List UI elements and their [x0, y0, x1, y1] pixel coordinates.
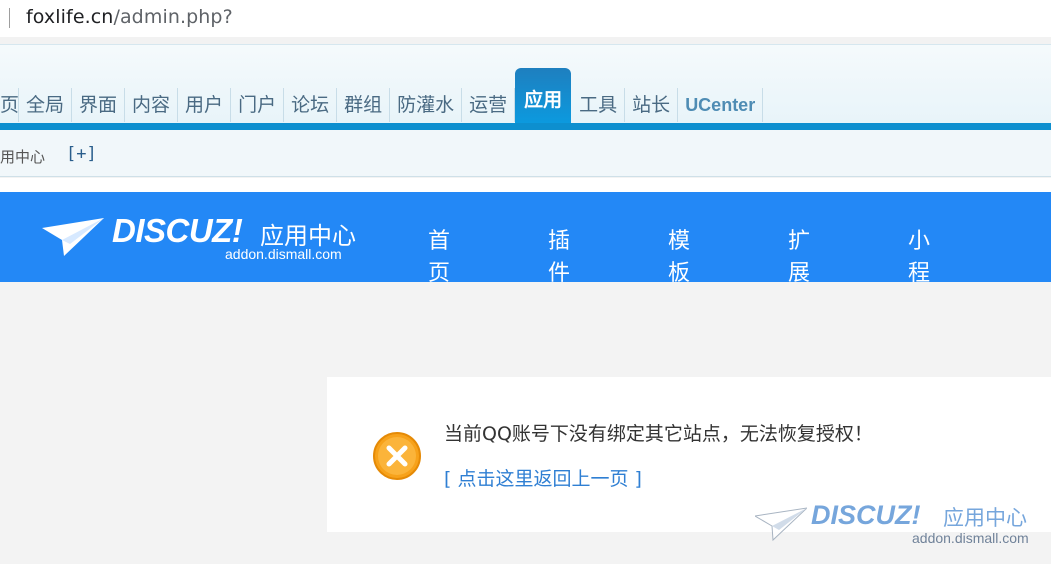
app-center-header: DISCUZ! 应用中心 addon.dismall.com 首页 插件 模板 …	[0, 192, 1051, 318]
error-x-icon	[373, 432, 421, 480]
watermark-logo: DISCUZ! 应用中心 addon.dismall.com	[755, 500, 1045, 552]
logo-wordmark: DISCUZ!	[112, 212, 243, 249]
back-link[interactable]: [ 点击这里返回上一页 ]	[444, 464, 642, 491]
nav-item-ucenter[interactable]: UCenter	[678, 87, 764, 122]
nav-item-forum[interactable]: 论坛	[284, 87, 338, 122]
watermark-domain: addon.dismall.com	[912, 530, 1029, 546]
watermark-chinese: 应用中心	[943, 506, 1027, 530]
app-nav-templates[interactable]: 模板	[668, 223, 690, 287]
dismall-logo[interactable]: DISCUZ! 应用中心 addon.dismall.com	[42, 210, 372, 266]
nav-item-style[interactable]: 界面	[72, 87, 126, 122]
toolbar-gap	[0, 37, 1051, 44]
nav-item-extended[interactable]: 运营	[462, 87, 516, 122]
url-path: /admin.php?	[113, 6, 233, 28]
nav-item-portal[interactable]: 门户	[231, 87, 285, 122]
url-text[interactable]: foxlife.cn/admin.php?	[26, 6, 233, 28]
watermark-plane-icon	[755, 507, 807, 542]
address-separator	[9, 8, 10, 28]
admin-header: 页 全局 界面 内容 用户 门户 论坛 群组 防灌水 运营 应用 工具 站长 U…	[0, 44, 1051, 126]
nav-item-founder[interactable]: 站长	[625, 87, 679, 122]
nav-item-user[interactable]: 用户	[178, 87, 232, 122]
nav-item-plugin[interactable]: 应用	[515, 67, 572, 126]
breadcrumb-current: 用中心	[0, 148, 46, 166]
nav-item-content[interactable]: 内容	[125, 87, 179, 122]
logo-domain: addon.dismall.com	[225, 246, 342, 262]
admin-top-nav: 页 全局 界面 内容 用户 门户 论坛 群组 防灌水 运营 应用 工具 站长 U…	[0, 67, 764, 126]
sub-nav-bar: 用中心 [+]	[0, 130, 1051, 177]
nav-item-safe[interactable]: 防灌水	[390, 87, 463, 122]
nav-item-tools[interactable]: 工具	[572, 87, 626, 122]
add-shortcut-button[interactable]: [+]	[66, 144, 97, 164]
nav-item-home-partial[interactable]: 页	[0, 87, 19, 122]
nav-item-global[interactable]: 全局	[19, 87, 73, 122]
nav-item-group[interactable]: 群组	[337, 87, 391, 122]
app-nav-extensions[interactable]: 扩展	[788, 223, 810, 287]
message-text: 当前QQ账号下没有绑定其它站点，无法恢复授权！	[444, 423, 873, 445]
app-nav-plugins[interactable]: 插件	[548, 223, 570, 287]
watermark-wordmark: DISCUZ!	[811, 500, 921, 530]
url-host: foxlife.cn	[26, 6, 114, 28]
paper-plane-icon	[42, 218, 104, 256]
header-gap	[0, 178, 1051, 192]
app-nav-home[interactable]: 首页	[428, 223, 450, 287]
nav-underline	[0, 123, 1051, 130]
address-bar[interactable]: foxlife.cn/admin.php?	[0, 0, 1051, 37]
